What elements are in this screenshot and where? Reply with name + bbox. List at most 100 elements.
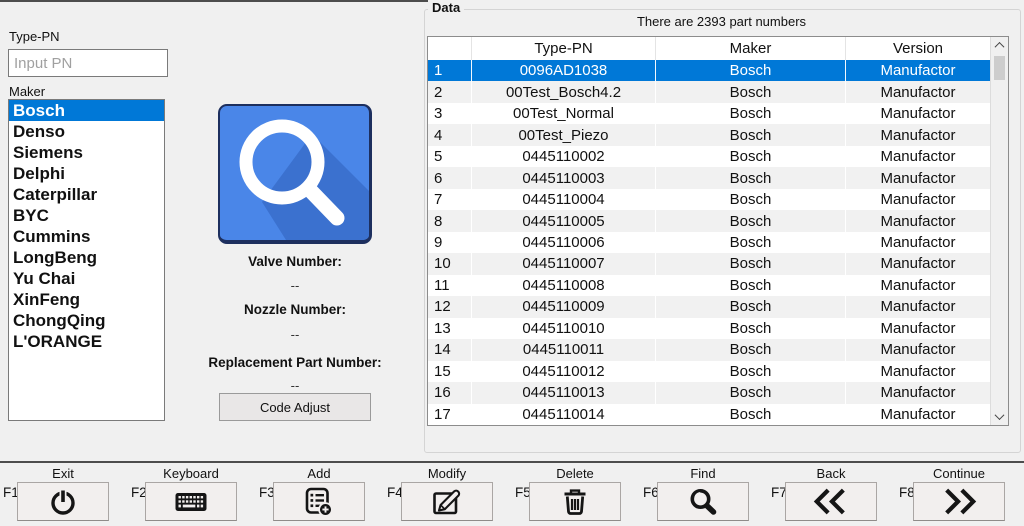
cell-type-pn[interactable]: 0445110010 <box>472 318 656 339</box>
cell-row-number[interactable]: 12 <box>428 296 472 317</box>
cell-version[interactable]: Manufactor <box>846 318 990 339</box>
cell-type-pn[interactable]: 0445110011 <box>472 339 656 360</box>
maker-list-item[interactable]: Siemens <box>9 142 164 163</box>
cell-maker[interactable]: Bosch <box>656 124 846 145</box>
cell-row-number[interactable]: 11 <box>428 275 472 296</box>
maker-list-item[interactable]: ChongQing <box>9 310 164 331</box>
col-header-type-pn[interactable]: Type-PN <box>472 37 656 60</box>
scrollbar-thumb[interactable] <box>994 56 1005 80</box>
cell-row-number[interactable]: 17 <box>428 404 472 425</box>
cell-row-number[interactable]: 16 <box>428 382 472 403</box>
table-row[interactable]: 1 0096AD1038 Bosch Manufactor <box>428 60 990 81</box>
cell-type-pn[interactable]: 0445110009 <box>472 296 656 317</box>
cell-type-pn[interactable]: 0445110002 <box>472 146 656 167</box>
cell-type-pn[interactable]: 0445110006 <box>472 232 656 253</box>
cell-maker[interactable]: Bosch <box>656 382 846 403</box>
add-button[interactable] <box>273 482 365 521</box>
maker-list-item[interactable]: BYC <box>9 205 164 226</box>
cell-row-number[interactable]: 14 <box>428 339 472 360</box>
col-header-maker[interactable]: Maker <box>656 37 846 60</box>
table-row[interactable]: 14 0445110011 Bosch Manufactor <box>428 339 990 360</box>
cell-type-pn[interactable]: 0445110008 <box>472 275 656 296</box>
cell-version[interactable]: Manufactor <box>846 404 990 425</box>
cell-version[interactable]: Manufactor <box>846 253 990 274</box>
cell-row-number[interactable]: 6 <box>428 167 472 188</box>
cell-version[interactable]: Manufactor <box>846 189 990 210</box>
table-row[interactable]: 16 0445110013 Bosch Manufactor <box>428 382 990 403</box>
cell-row-number[interactable]: 15 <box>428 361 472 382</box>
cell-version[interactable]: Manufactor <box>846 146 990 167</box>
cell-row-number[interactable]: 1 <box>428 60 472 81</box>
table-row[interactable]: 6 0445110003 Bosch Manufactor <box>428 167 990 188</box>
cell-maker[interactable]: Bosch <box>656 81 846 102</box>
modify-button[interactable] <box>401 482 493 521</box>
table-row[interactable]: 3 00Test_Normal Bosch Manufactor <box>428 103 990 124</box>
find-button[interactable] <box>657 482 749 521</box>
cell-maker[interactable]: Bosch <box>656 146 846 167</box>
cell-version[interactable]: Manufactor <box>846 339 990 360</box>
cell-row-number[interactable]: 3 <box>428 103 472 124</box>
delete-button[interactable] <box>529 482 621 521</box>
keyboard-button[interactable] <box>145 482 237 521</box>
cell-version[interactable]: Manufactor <box>846 296 990 317</box>
cell-type-pn[interactable]: 0445110014 <box>472 404 656 425</box>
cell-row-number[interactable]: 9 <box>428 232 472 253</box>
table-row[interactable]: 12 0445110009 Bosch Manufactor <box>428 296 990 317</box>
exit-button[interactable] <box>17 482 109 521</box>
cell-version[interactable]: Manufactor <box>846 210 990 231</box>
table-scrollbar[interactable] <box>990 37 1008 425</box>
table-row[interactable]: 2 00Test_Bosch4.2 Bosch Manufactor <box>428 81 990 102</box>
cell-maker[interactable]: Bosch <box>656 404 846 425</box>
table-row[interactable]: 17 0445110014 Bosch Manufactor <box>428 404 990 425</box>
maker-list-item[interactable]: Denso <box>9 121 164 142</box>
search-tile-icon[interactable] <box>218 104 372 244</box>
cell-version[interactable]: Manufactor <box>846 232 990 253</box>
cell-maker[interactable]: Bosch <box>656 275 846 296</box>
maker-list-item[interactable]: L'ORANGE <box>9 331 164 352</box>
cell-version[interactable]: Manufactor <box>846 103 990 124</box>
cell-type-pn[interactable]: 0096AD1038 <box>472 60 656 81</box>
cell-type-pn[interactable]: 0445110007 <box>472 253 656 274</box>
cell-type-pn[interactable]: 0445110005 <box>472 210 656 231</box>
back-button[interactable] <box>785 482 877 521</box>
cell-maker[interactable]: Bosch <box>656 210 846 231</box>
cell-type-pn[interactable]: 00Test_Piezo <box>472 124 656 145</box>
cell-maker[interactable]: Bosch <box>656 253 846 274</box>
table-row[interactable]: 5 0445110002 Bosch Manufactor <box>428 146 990 167</box>
cell-type-pn[interactable]: 00Test_Normal <box>472 103 656 124</box>
pn-input[interactable] <box>8 49 168 77</box>
table-row[interactable]: 4 00Test_Piezo Bosch Manufactor <box>428 124 990 145</box>
scrollbar-up-icon[interactable] <box>991 37 1008 54</box>
scrollbar-down-icon[interactable] <box>991 408 1008 425</box>
cell-version[interactable]: Manufactor <box>846 167 990 188</box>
maker-list-item[interactable]: Yu Chai <box>9 268 164 289</box>
cell-version[interactable]: Manufactor <box>846 361 990 382</box>
maker-listbox[interactable]: BoschDensoSiemensDelphiCaterpillarBYCCum… <box>8 99 165 421</box>
table-row[interactable]: 11 0445110008 Bosch Manufactor <box>428 275 990 296</box>
cell-version[interactable]: Manufactor <box>846 382 990 403</box>
cell-maker[interactable]: Bosch <box>656 318 846 339</box>
maker-list-item[interactable]: Caterpillar <box>9 184 164 205</box>
table-row[interactable]: 8 0445110005 Bosch Manufactor <box>428 210 990 231</box>
maker-list-item[interactable]: XinFeng <box>9 289 164 310</box>
table-row[interactable]: 15 0445110012 Bosch Manufactor <box>428 361 990 382</box>
cell-type-pn[interactable]: 0445110003 <box>472 167 656 188</box>
cell-maker[interactable]: Bosch <box>656 232 846 253</box>
cell-type-pn[interactable]: 00Test_Bosch4.2 <box>472 81 656 102</box>
cell-version[interactable]: Manufactor <box>846 81 990 102</box>
cell-version[interactable]: Manufactor <box>846 124 990 145</box>
cell-maker[interactable]: Bosch <box>656 167 846 188</box>
cell-type-pn[interactable]: 0445110012 <box>472 361 656 382</box>
table-row[interactable]: 7 0445110004 Bosch Manufactor <box>428 189 990 210</box>
cell-version[interactable]: Manufactor <box>846 60 990 81</box>
maker-list-item[interactable]: Cummins <box>9 226 164 247</box>
table-row[interactable]: 9 0445110006 Bosch Manufactor <box>428 232 990 253</box>
cell-maker[interactable]: Bosch <box>656 361 846 382</box>
cell-row-number[interactable]: 10 <box>428 253 472 274</box>
cell-row-number[interactable]: 13 <box>428 318 472 339</box>
cell-version[interactable]: Manufactor <box>846 275 990 296</box>
cell-row-number[interactable]: 4 <box>428 124 472 145</box>
cell-row-number[interactable]: 8 <box>428 210 472 231</box>
col-header-version[interactable]: Version <box>846 37 990 60</box>
table-row[interactable]: 13 0445110010 Bosch Manufactor <box>428 318 990 339</box>
